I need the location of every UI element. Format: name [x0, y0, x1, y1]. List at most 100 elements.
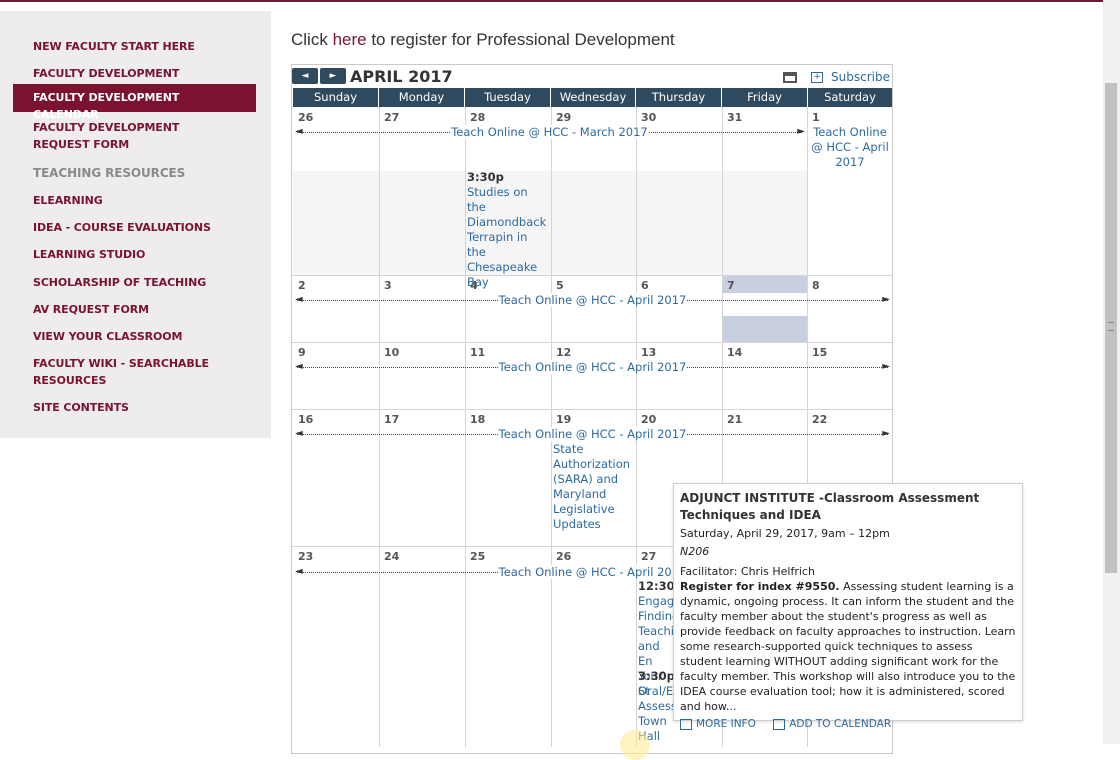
day-number[interactable]: 28 — [470, 111, 485, 124]
arrow-right-icon: ► — [882, 361, 890, 372]
calendar-icon[interactable] — [773, 718, 786, 730]
event-span-teach-online-april-w3[interactable]: ◄ ► Teach Online @ HCC - April 2017 — [293, 360, 892, 374]
event-title[interactable]: Studies on the Diamondback Terrapin in t… — [467, 185, 546, 289]
day-number[interactable]: 13 — [641, 346, 656, 359]
day-number[interactable]: 6 — [641, 279, 649, 292]
day-number[interactable]: 2 — [298, 279, 306, 292]
popup-date: Saturday, April 29, 2017, 9am – 12pm — [680, 527, 890, 540]
day-number[interactable]: 26 — [556, 550, 571, 563]
day-number[interactable]: 31 — [727, 111, 742, 124]
popup-register-note: Register for index #9550. — [680, 580, 840, 593]
info-icon[interactable] — [680, 718, 692, 730]
arrow-right-icon: ► — [797, 126, 805, 137]
sidebar: NEW FACULTY START HERE FACULTY DEVELOPME… — [0, 11, 271, 438]
top-accent-bar — [0, 0, 1120, 2]
cursor-highlight — [620, 730, 650, 760]
scrollbar-grip-icon — [1108, 322, 1114, 331]
sidebar-item-faculty-development-calendar[interactable]: FACULTY DEVELOPMENT CALENDAR — [13, 84, 256, 121]
day-number[interactable]: 15 — [812, 346, 827, 359]
day-number[interactable]: 17 — [384, 413, 399, 426]
event-time: 3:30p — [638, 669, 675, 683]
day-number[interactable]: 30 — [641, 111, 656, 124]
day-number[interactable]: 14 — [727, 346, 742, 359]
subscribe-icon[interactable]: + — [811, 72, 824, 83]
day-number[interactable]: 1 — [812, 111, 820, 124]
day-number[interactable]: 16 — [298, 413, 313, 426]
today-cell-highlight — [722, 316, 807, 342]
sidebar-item-request-form[interactable]: FACULTY DEVELOPMENT REQUEST FORM — [13, 115, 256, 157]
day-number[interactable]: 19 — [556, 413, 571, 426]
next-month-button[interactable]: ► — [320, 68, 346, 84]
sidebar-item-site-contents[interactable]: SITE CONTENTS — [13, 395, 256, 420]
day-number[interactable]: 22 — [812, 413, 827, 426]
add-to-calendar-link[interactable]: ADD TO CALENDAR — [789, 718, 891, 730]
sidebar-item-scholarship[interactable]: SCHOLARSHIP OF TEACHING — [13, 270, 256, 295]
print-icon[interactable] — [783, 72, 798, 83]
arrow-left-icon: ◄ — [295, 126, 303, 137]
week-divider — [292, 342, 892, 343]
event-teach-online-april-sat1[interactable]: Teach Online @ HCC - April 2017 — [809, 125, 891, 170]
sidebar-item-learning-studio[interactable]: LEARNING STUDIO — [13, 242, 256, 267]
sidebar-item-av-request[interactable]: AV REQUEST FORM — [13, 297, 256, 322]
day-number[interactable]: 12 — [556, 346, 571, 359]
day-header-friday: Friday — [722, 88, 808, 107]
day-number[interactable]: 9 — [298, 346, 306, 359]
register-link[interactable]: here — [333, 30, 367, 49]
event-terrapin-studies[interactable]: 3:30p Studies on the Diamondback Terrapi… — [467, 170, 549, 290]
day-number[interactable]: 5 — [556, 279, 564, 292]
sidebar-item-elearning[interactable]: ELEARNING — [13, 188, 256, 213]
event-label[interactable]: Teach Online @ HCC - March 2017 — [450, 125, 649, 139]
event-sara-updates[interactable]: State Authorization (SARA) and Maryland … — [553, 442, 635, 532]
day-number[interactable]: 27 — [384, 111, 399, 124]
day-number[interactable]: 21 — [727, 413, 742, 426]
day-number[interactable]: 23 — [298, 550, 313, 563]
arrow-right-icon: ► — [882, 294, 890, 305]
day-number[interactable]: 8 — [812, 279, 820, 292]
event-label[interactable]: Teach Online @ HCC - April 2017 — [497, 565, 688, 579]
day-number[interactable]: 29 — [556, 111, 571, 124]
day-number[interactable]: 18 — [470, 413, 485, 426]
register-line: Click here to register for Professional … — [291, 30, 675, 50]
event-detail-popup: ADJUNCT INSTITUTE -Classroom Assessment … — [673, 483, 1023, 730]
subscribe-link[interactable]: Subscribe — [831, 70, 890, 84]
arrow-right-icon: ► — [882, 428, 890, 439]
event-span-teach-online-april-w2[interactable]: ◄ ► Teach Online @ HCC - April 2017 — [293, 293, 892, 307]
day-number[interactable]: 10 — [384, 346, 399, 359]
day-header-thursday: Thursday — [636, 88, 722, 107]
day-number[interactable]: 3 — [384, 279, 392, 292]
month-title: APRIL 2017 — [350, 67, 453, 86]
sidebar-item-faculty-development[interactable]: FACULTY DEVELOPMENT — [13, 61, 256, 86]
week-divider — [292, 409, 892, 410]
event-label[interactable]: Teach Online @ HCC - April 2017 — [497, 427, 688, 441]
day-header-sunday: Sunday — [293, 88, 379, 107]
sidebar-item-new-faculty[interactable]: NEW FACULTY START HERE — [13, 34, 256, 59]
event-label[interactable]: Teach Online @ HCC - April 2017 — [497, 360, 688, 374]
event-label[interactable]: Teach Online @ HCC - April 2017 — [497, 293, 688, 307]
day-number-today[interactable]: 7 — [727, 279, 735, 292]
day-header-monday: Monday — [379, 88, 465, 107]
sidebar-item-view-classroom[interactable]: VIEW YOUR CLASSROOM — [13, 324, 256, 349]
more-info-link[interactable]: MORE INFO — [696, 718, 756, 730]
sidebar-item-faculty-wiki[interactable]: FACULTY WIKI - SEARCHABLE RESOURCES — [13, 351, 256, 393]
day-number[interactable]: 20 — [641, 413, 656, 426]
popup-facilitator: Facilitator: Chris Helfrich — [680, 565, 815, 578]
popup-description: Register for index #9550. Assessing stud… — [680, 579, 1016, 714]
prev-month-button[interactable]: ◄ — [292, 68, 318, 84]
popup-location: N206 — [680, 545, 710, 558]
day-number[interactable]: 25 — [470, 550, 485, 563]
sidebar-heading-teaching-resources: TEACHING RESOURCES — [33, 166, 186, 180]
register-prefix: Click — [291, 30, 333, 49]
arrow-left-icon: ◄ — [295, 566, 303, 577]
day-number[interactable]: 27 — [641, 550, 656, 563]
day-header-tuesday: Tuesday — [465, 88, 551, 107]
day-number[interactable]: 11 — [470, 346, 485, 359]
event-span-teach-online-april-w4[interactable]: ◄ ► Teach Online @ HCC - April 2017 — [293, 427, 892, 441]
arrow-left-icon: ◄ — [295, 428, 303, 439]
popup-title: ADJUNCT INSTITUTE -Classroom Assessment … — [680, 491, 980, 522]
day-number[interactable]: 24 — [384, 550, 399, 563]
sidebar-item-idea[interactable]: IDEA - COURSE EVALUATIONS — [13, 215, 256, 240]
event-span-teach-online-march[interactable]: ◄ ► Teach Online @ HCC - March 2017 — [293, 125, 806, 139]
arrow-left-icon: ◄ — [295, 361, 303, 372]
day-number[interactable]: 26 — [298, 111, 313, 124]
popup-links: MORE INFO ADD TO CALENDAR — [680, 718, 1016, 730]
